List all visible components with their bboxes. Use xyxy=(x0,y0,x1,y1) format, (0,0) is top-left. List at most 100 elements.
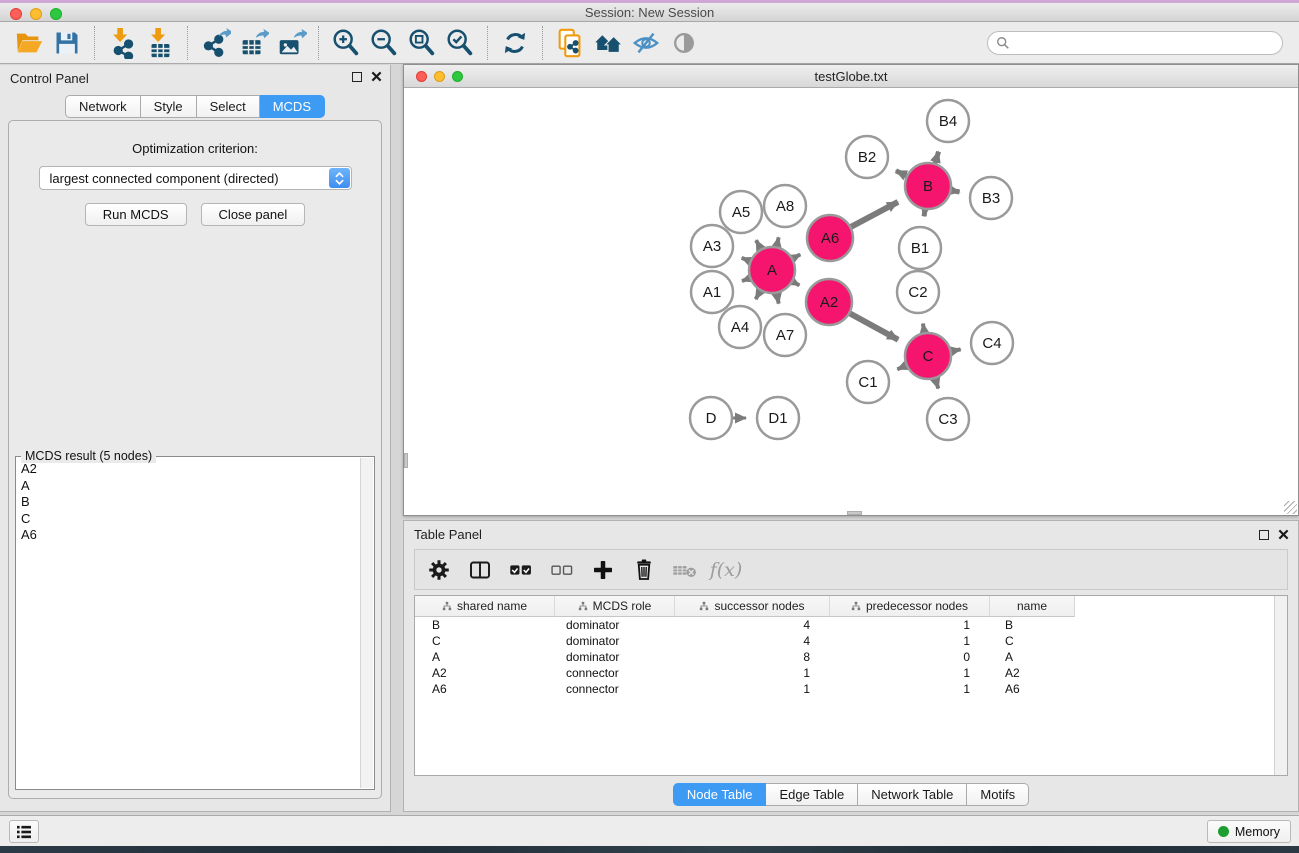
criterion-dropdown[interactable]: largest connected component (directed) xyxy=(39,166,352,190)
graph-node-C2[interactable]: C2 xyxy=(897,271,939,313)
column-header-name[interactable]: name xyxy=(990,596,1075,617)
graph-node-D1[interactable]: D1 xyxy=(757,397,799,439)
minimize-window-button[interactable] xyxy=(30,8,42,20)
graph-node-A[interactable]: A xyxy=(749,247,795,293)
table-cell-mcds-role[interactable]: connector xyxy=(555,681,675,697)
table-cell-successor-nodes[interactable]: 4 xyxy=(675,633,830,649)
tab-mcds[interactable]: MCDS xyxy=(260,95,325,118)
graph-node-B1[interactable]: B1 xyxy=(899,227,941,269)
table-cell-name[interactable]: B xyxy=(990,617,1075,633)
graph-node-C1[interactable]: C1 xyxy=(847,361,889,403)
graph-node-B2[interactable]: B2 xyxy=(846,136,888,178)
table-scrollbar[interactable] xyxy=(1274,596,1287,775)
tab-select[interactable]: Select xyxy=(197,95,260,118)
graph-node-B4[interactable]: B4 xyxy=(927,100,969,142)
table-cell-mcds-role[interactable]: dominator xyxy=(555,617,675,633)
graph-node-A2[interactable]: A2 xyxy=(806,279,852,325)
table-cell-predecessor-nodes[interactable]: 1 xyxy=(830,665,990,681)
float-panel-icon[interactable] xyxy=(352,72,362,82)
save-session-icon[interactable] xyxy=(48,25,86,61)
task-history-button[interactable] xyxy=(9,820,39,843)
graph-node-A4[interactable]: A4 xyxy=(719,306,761,348)
close-table-panel-icon[interactable] xyxy=(1278,529,1289,540)
result-list-item[interactable]: A xyxy=(18,478,359,495)
table-cell-name[interactable]: C xyxy=(990,633,1075,649)
column-header-predecessor-nodes[interactable]: predecessor nodes xyxy=(830,596,990,617)
float-table-panel-icon[interactable] xyxy=(1259,530,1269,540)
hide-panels-icon[interactable] xyxy=(627,25,665,61)
tab-edge-table[interactable]: Edge Table xyxy=(766,783,858,806)
vertical-scrollbar-thumb[interactable] xyxy=(404,453,408,468)
graph-node-A7[interactable]: A7 xyxy=(764,314,806,356)
export-table-icon[interactable] xyxy=(234,25,272,61)
tab-network[interactable]: Network xyxy=(65,95,141,118)
zoom-fit-icon[interactable] xyxy=(403,25,441,61)
table-cell-mcds-role[interactable]: dominator xyxy=(555,649,675,665)
close-panel-button[interactable]: Close panel xyxy=(201,203,306,226)
close-panel-icon[interactable] xyxy=(371,71,382,82)
show-panels-icon[interactable] xyxy=(665,25,703,61)
table-cell-predecessor-nodes[interactable]: 1 xyxy=(830,681,990,697)
result-list-item[interactable]: A2 xyxy=(18,461,359,478)
table-cell-mcds-role[interactable]: dominator xyxy=(555,633,675,649)
result-list-scrollbar[interactable] xyxy=(360,458,373,788)
add-column-icon[interactable] xyxy=(587,554,619,586)
import-table-icon[interactable] xyxy=(141,25,179,61)
table-cell-name[interactable]: A6 xyxy=(990,681,1075,697)
fullscreen-window-button[interactable] xyxy=(50,8,62,20)
window-resize-grip[interactable] xyxy=(1284,501,1297,514)
column-header-mcds-role[interactable]: MCDS role xyxy=(555,596,675,617)
graph-node-A3[interactable]: A3 xyxy=(691,225,733,267)
table-cell-shared-name[interactable]: A xyxy=(415,649,555,665)
delete-column-icon[interactable] xyxy=(628,554,660,586)
graph-node-D[interactable]: D xyxy=(690,397,732,439)
table-cell-predecessor-nodes[interactable]: 1 xyxy=(830,617,990,633)
function-builder-icon[interactable]: f(x) xyxy=(710,554,742,586)
graph-node-A6[interactable]: A6 xyxy=(807,215,853,261)
graph-node-C4[interactable]: C4 xyxy=(971,322,1013,364)
refresh-icon[interactable] xyxy=(496,25,534,61)
network-minimize-button[interactable] xyxy=(434,71,445,82)
graph-node-A1[interactable]: A1 xyxy=(691,271,733,313)
graph-node-A8[interactable]: A8 xyxy=(764,185,806,227)
graph-node-B[interactable]: B xyxy=(905,163,951,209)
mcds-result-list[interactable]: A2ABCA6 xyxy=(18,461,359,787)
import-network-icon[interactable] xyxy=(103,25,141,61)
table-cell-shared-name[interactable]: C xyxy=(415,633,555,649)
table-cell-shared-name[interactable]: B xyxy=(415,617,555,633)
column-header-successor-nodes[interactable]: successor nodes xyxy=(675,596,830,617)
table-cell-predecessor-nodes[interactable]: 0 xyxy=(830,649,990,665)
table-settings-gear-icon[interactable] xyxy=(423,554,455,586)
search-field[interactable] xyxy=(987,31,1283,55)
run-mcds-button[interactable]: Run MCDS xyxy=(85,203,187,226)
graph-node-C[interactable]: C xyxy=(905,333,951,379)
table-cell-successor-nodes[interactable]: 8 xyxy=(675,649,830,665)
tab-network-table[interactable]: Network Table xyxy=(858,783,967,806)
table-row[interactable]: Adominator80A xyxy=(415,649,1287,665)
network-close-button[interactable] xyxy=(416,71,427,82)
delete-table-icon[interactable] xyxy=(669,554,701,586)
table-row[interactable]: A2connector11A2 xyxy=(415,665,1287,681)
tab-style[interactable]: Style xyxy=(141,95,197,118)
search-input[interactable] xyxy=(1015,36,1274,50)
network-window-titlebar[interactable]: testGlobe.txt xyxy=(404,65,1298,88)
table-cell-shared-name[interactable]: A6 xyxy=(415,681,555,697)
deselect-all-icon[interactable] xyxy=(546,554,578,586)
graph-node-A5[interactable]: A5 xyxy=(720,191,762,233)
close-window-button[interactable] xyxy=(10,8,22,20)
result-list-item[interactable]: C xyxy=(18,511,359,528)
result-list-item[interactable]: B xyxy=(18,494,359,511)
zoom-out-icon[interactable] xyxy=(365,25,403,61)
clone-network-icon[interactable] xyxy=(551,25,589,61)
table-cell-shared-name[interactable]: A2 xyxy=(415,665,555,681)
network-canvas[interactable]: B4B2BB3A8A5A6A3B1AA1C2A2A4A7C4CC1DD1C3 xyxy=(404,88,1298,515)
network-fullscreen-button[interactable] xyxy=(452,71,463,82)
tab-motifs[interactable]: Motifs xyxy=(967,783,1029,806)
window-titlebar[interactable]: Session: New Session xyxy=(0,3,1299,22)
result-list-item[interactable]: A6 xyxy=(18,527,359,544)
table-cell-name[interactable]: A xyxy=(990,649,1075,665)
tab-node-table[interactable]: Node Table xyxy=(673,783,767,806)
zoom-selected-icon[interactable] xyxy=(441,25,479,61)
table-cell-successor-nodes[interactable]: 1 xyxy=(675,665,830,681)
zoom-in-icon[interactable] xyxy=(327,25,365,61)
